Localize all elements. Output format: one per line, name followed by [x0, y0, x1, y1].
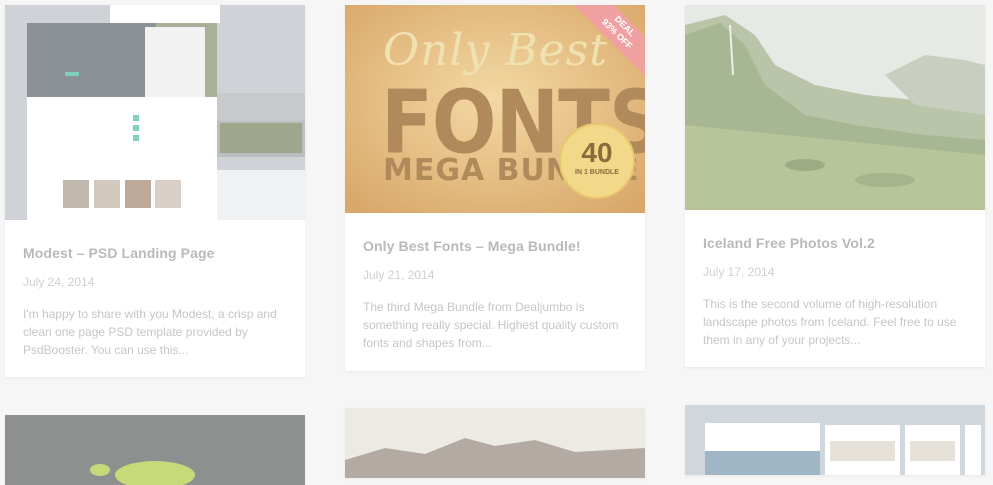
fonts-script-text: Only Best — [383, 25, 608, 76]
landing-page-preview-image — [5, 5, 305, 220]
post-thumbnail-iceland[interactable] — [685, 5, 985, 210]
bundle-count-sub: IN 1 BUNDLE — [575, 169, 619, 176]
post-date: July 17, 2014 — [703, 265, 775, 279]
website-template-preview-image — [685, 405, 985, 475]
post-card-fonts[interactable]: Only Best FONTS MEGA BUNDLE 40 IN 1 BUND… — [345, 5, 645, 371]
bundle-count: 40 — [581, 137, 613, 168]
post-thumbnail-row2-3[interactable] — [685, 405, 985, 475]
post-thumbnail-row2-1[interactable] — [5, 415, 305, 485]
post-card-row2-3[interactable] — [685, 405, 985, 475]
post-thumbnail-fonts[interactable]: Only Best FONTS MEGA BUNDLE 40 IN 1 BUND… — [345, 5, 645, 213]
post-card-row2-2[interactable] — [345, 408, 645, 478]
mountain-landscape-image — [345, 408, 645, 478]
post-thumbnail-modest[interactable] — [5, 5, 305, 220]
post-excerpt: I'm happy to share with you Modest, a cr… — [23, 307, 277, 357]
post-date: July 24, 2014 — [23, 275, 95, 289]
post-excerpt: The third Mega Bundle from Dealjumbo is … — [363, 300, 619, 350]
post-card-row2-1[interactable] — [5, 415, 305, 485]
post-thumbnail-row2-2[interactable] — [345, 408, 645, 478]
bundle-count-badge: 40 IN 1 BUNDLE — [559, 123, 635, 199]
post-title[interactable]: Modest – PSD Landing Page — [23, 245, 291, 261]
post-card-iceland[interactable]: Iceland Free Photos Vol.2 July 17, 2014 … — [685, 5, 985, 367]
post-title[interactable]: Only Best Fonts – Mega Bundle! — [363, 238, 631, 254]
iceland-landscape-image — [685, 5, 985, 210]
post-card-modest[interactable]: Modest – PSD Landing Page July 24, 2014 … — [5, 5, 305, 377]
post-title[interactable]: Iceland Free Photos Vol.2 — [703, 235, 971, 251]
post-date: July 21, 2014 — [363, 268, 435, 282]
post-excerpt: This is the second volume of high-resolu… — [703, 297, 957, 347]
dark-artwork-image — [5, 415, 305, 485]
